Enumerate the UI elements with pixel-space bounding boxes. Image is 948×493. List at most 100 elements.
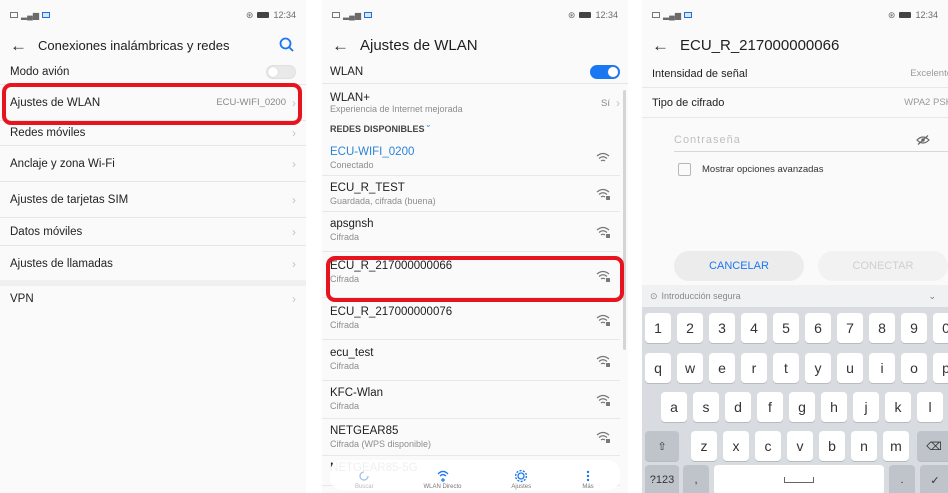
symbols-key[interactable]: ?123	[645, 465, 679, 493]
key[interactable]: d	[725, 392, 751, 422]
cancel-button[interactable]: CANCELAR	[674, 251, 804, 281]
settings-item-label: VPN	[10, 293, 34, 305]
key[interactable]: 2	[677, 313, 703, 343]
key[interactable]: c	[755, 431, 781, 461]
signal-strength-value: Excelente	[910, 68, 948, 79]
advanced-options-label: Mostrar opciones avanzadas	[702, 164, 824, 175]
settings-item-tethering[interactable]: Anclaje y zona Wi-Fi ›	[0, 146, 306, 182]
network-status: Cifrada	[330, 401, 360, 411]
chevron-down-icon[interactable]: ⌄	[928, 291, 936, 302]
key[interactable]: 4	[741, 313, 767, 343]
page-title: Conexiones inalámbricas y redes	[38, 37, 230, 53]
settings-item-mobile-data[interactable]: Datos móviles ›	[0, 218, 306, 246]
enter-key[interactable]: ✓	[920, 465, 948, 493]
key[interactable]: f	[757, 392, 783, 422]
key[interactable]: 6	[805, 313, 831, 343]
airplane-mode-toggle[interactable]	[266, 65, 296, 79]
comma-key[interactable]: ,	[683, 465, 709, 493]
key[interactable]: i	[869, 353, 895, 383]
network-item[interactable]: ecu_test Cifrada	[322, 341, 620, 381]
sim-icon	[10, 12, 18, 18]
key[interactable]: n	[851, 431, 877, 461]
settings-button[interactable]: Ajustes	[511, 469, 531, 490]
network-item[interactable]: KFC-Wlan Cifrada	[322, 381, 620, 419]
key[interactable]: r	[741, 353, 767, 383]
key[interactable]: g	[789, 392, 815, 422]
section-header-label: REDES DISPONIBLES	[330, 124, 425, 134]
wifi-icon	[596, 152, 610, 161]
key[interactable]: y	[805, 353, 831, 383]
key[interactable]: p	[933, 353, 948, 383]
key[interactable]: b	[819, 431, 845, 461]
scan-button[interactable]: Buscar	[355, 469, 374, 490]
wlan-direct-button[interactable]: WLAN Directo	[424, 469, 462, 490]
key[interactable]: 5	[773, 313, 799, 343]
network-item[interactable]: ECU_R_TEST Guardada, cifrada (buena)	[322, 176, 620, 212]
connect-button[interactable]: CONECTAR	[818, 251, 948, 281]
key[interactable]: x	[723, 431, 749, 461]
password-input[interactable]: Contraseña	[674, 128, 948, 152]
key[interactable]: t	[773, 353, 799, 383]
key[interactable]: e	[709, 353, 735, 383]
status-bar: ▂▄▆ ⊛ 12:34	[0, 0, 306, 30]
key[interactable]: m	[883, 431, 909, 461]
settings-item-mobile-networks[interactable]: Redes móviles ›	[0, 121, 306, 146]
scrollbar[interactable]	[623, 90, 626, 350]
key[interactable]: u	[837, 353, 863, 383]
key[interactable]: 7	[837, 313, 863, 343]
battery-icon	[899, 12, 912, 18]
key[interactable]: 3	[709, 313, 735, 343]
settings-item-airplane[interactable]: Modo avión	[0, 60, 306, 85]
settings-item-calls[interactable]: Ajustes de llamadas ›	[0, 246, 306, 282]
more-button[interactable]: Más	[581, 469, 595, 490]
wlanplus-row[interactable]: WLAN+ Experiencia de Internet mejorada S…	[322, 84, 628, 122]
eye-off-icon[interactable]	[916, 135, 930, 145]
status-time: 12:34	[273, 10, 296, 20]
settings-item-vpn[interactable]: VPN ›	[0, 286, 306, 312]
gear-icon	[515, 469, 528, 483]
sim-icon	[332, 12, 340, 18]
back-arrow-icon[interactable]: ←	[332, 37, 360, 54]
screen-wireless-networks: ▂▄▆ ⊛ 12:34 ← Conexiones inalámbricas y r…	[0, 0, 306, 493]
key[interactable]: s	[693, 392, 719, 422]
key[interactable]: j	[853, 392, 879, 422]
network-status: Cifrada	[330, 320, 360, 330]
key[interactable]: 1	[645, 313, 671, 343]
network-item[interactable]: NETGEAR85 Cifrada (WPS disponible)	[322, 419, 620, 456]
key[interactable]: 8	[869, 313, 895, 343]
settings-item-wlan[interactable]: Ajustes de WLAN ECU-WIFI_0200 ›	[0, 85, 306, 121]
period-key[interactable]: .	[889, 465, 915, 493]
key[interactable]: w	[677, 353, 703, 383]
shift-key[interactable]: ⇧	[645, 431, 679, 461]
network-item[interactable]: ECU_R_217000000066 Cifrada	[322, 254, 620, 298]
network-name: ecu_test	[330, 347, 374, 359]
backspace-key[interactable]: ⌫	[917, 431, 948, 461]
key[interactable]: o	[901, 353, 927, 383]
network-item[interactable]: apsgnsh Cifrada	[322, 212, 620, 252]
settings-item-label: Anclaje y zona Wi-Fi	[10, 157, 115, 170]
page-title: ECU_R_217000000066	[680, 36, 840, 54]
key[interactable]: z	[691, 431, 717, 461]
back-arrow-icon[interactable]: ←	[652, 37, 680, 54]
key[interactable]: k	[885, 392, 911, 422]
key[interactable]: v	[787, 431, 813, 461]
settings-item-label: Ajustes de tarjetas SIM	[10, 193, 129, 206]
network-item[interactable]: ECU-WIFI_0200 Conectado	[322, 140, 620, 176]
network-item[interactable]: ECU_R_217000000076 Cifrada	[322, 300, 620, 340]
spacebar[interactable]	[714, 465, 884, 493]
nfc-icon: ⊛	[245, 9, 254, 20]
chevron-right-icon: ›	[292, 224, 296, 239]
search-icon[interactable]	[278, 36, 296, 54]
wifi-direct-icon	[437, 470, 448, 482]
back-arrow-icon[interactable]: ←	[10, 37, 38, 54]
wlan-toggle-row[interactable]: WLAN	[322, 60, 628, 84]
key[interactable]: a	[661, 392, 687, 422]
advanced-options-checkbox[interactable]	[678, 163, 691, 176]
key[interactable]: 0	[933, 313, 948, 343]
settings-item-sim[interactable]: Ajustes de tarjetas SIM ›	[0, 182, 306, 218]
wlan-toggle[interactable]	[590, 64, 620, 79]
key[interactable]: l	[917, 392, 943, 422]
key[interactable]: 9	[901, 313, 927, 343]
key[interactable]: q	[645, 353, 671, 383]
key[interactable]: h	[821, 392, 847, 422]
